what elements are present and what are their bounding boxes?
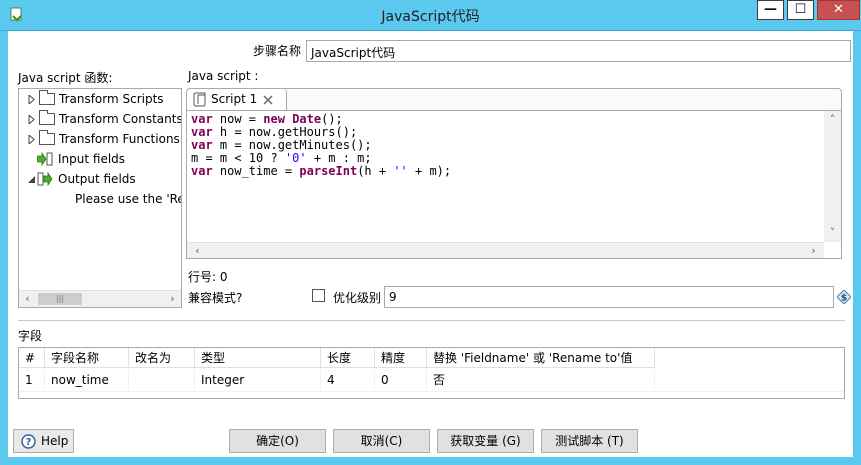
- tree-item-transform-constants[interactable]: Transform Constants: [19, 109, 182, 129]
- code-keyword: parseInt: [299, 164, 358, 178]
- table-row[interactable]: 1 now_time Integer 4 0 否: [19, 370, 844, 392]
- section-separator: [18, 320, 845, 321]
- code-keyword: var: [191, 138, 213, 152]
- maximize-icon: ☐: [794, 2, 807, 17]
- column-header-type[interactable]: 类型: [195, 348, 321, 368]
- cell-replace[interactable]: 否: [427, 370, 655, 390]
- tree-item-transform-scripts[interactable]: Transform Scripts: [19, 89, 181, 109]
- output-fields-icon: [37, 172, 53, 186]
- window-title: JavaScript代码: [381, 9, 480, 25]
- title-bar: JavaScript代码 — ☐ ✕: [0, 0, 861, 31]
- close-tab-icon[interactable]: [263, 95, 273, 105]
- scroll-down-icon[interactable]: ˅: [824, 225, 841, 241]
- code-keyword: var: [191, 164, 213, 178]
- tree-item-label: Output fields: [58, 172, 136, 186]
- script-editor[interactable]: var now = new Date(); var h = now.getHour…: [186, 110, 842, 259]
- script-tab-bar: Script 1: [186, 88, 842, 111]
- tree-item-label: Transform Scripts: [59, 92, 164, 106]
- scroll-left-icon[interactable]: ‹: [19, 291, 36, 307]
- minimize-icon: —: [764, 2, 777, 17]
- help-icon: ?: [21, 434, 36, 449]
- tree-item-label: Transform Functions: [59, 132, 180, 146]
- code-keyword: var: [191, 112, 213, 126]
- variable-icon[interactable]: $: [837, 290, 851, 304]
- scroll-right-icon[interactable]: ›: [805, 243, 822, 258]
- script-label: Java script :: [188, 69, 259, 83]
- cell-length[interactable]: 4: [321, 370, 375, 390]
- script-icon: [193, 92, 206, 107]
- tree-item-label: Transform Constants: [59, 112, 182, 126]
- fields-table[interactable]: # 字段名称 改名为 类型 长度 精度 替换 'Fieldname' 或 'Re…: [18, 347, 845, 399]
- cell-precision[interactable]: 0: [375, 370, 427, 390]
- input-fields-icon: [37, 152, 53, 166]
- column-header-rename[interactable]: 改名为: [129, 348, 195, 368]
- editor-vertical-scrollbar[interactable]: ˄ ˅: [824, 111, 841, 242]
- test-script-button[interactable]: 测试脚本 (T): [541, 429, 638, 453]
- code-area[interactable]: var now = new Date(); var h = now.getHour…: [191, 113, 451, 178]
- tree-item-input-fields[interactable]: Input fields: [19, 149, 181, 169]
- tree-item-output-hint[interactable]: Please use the 'Rep: [19, 189, 182, 209]
- scroll-up-icon[interactable]: ˄: [824, 112, 841, 128]
- window-frame-left: [0, 31, 8, 465]
- code-keyword: Date: [292, 112, 322, 126]
- tree-item-transform-functions[interactable]: Transform Functions: [19, 129, 181, 149]
- step-name-label: 步骤名称: [253, 44, 302, 58]
- expand-icon[interactable]: [27, 135, 36, 144]
- tab-label: Script 1: [211, 92, 258, 106]
- folder-icon: [39, 90, 55, 105]
- scroll-thumb[interactable]: |||: [38, 293, 82, 305]
- collapse-icon[interactable]: [27, 175, 36, 184]
- svg-text:?: ?: [26, 437, 32, 448]
- close-icon: ✕: [833, 2, 844, 17]
- optimization-input[interactable]: 9: [384, 286, 834, 308]
- line-number-label: 行号: 0: [188, 270, 228, 284]
- scroll-right-icon[interactable]: ›: [164, 291, 181, 307]
- step-name-input[interactable]: JavaScript代码: [306, 40, 851, 62]
- cell-type[interactable]: Integer: [195, 370, 321, 390]
- code-keyword: var: [191, 125, 213, 139]
- window-frame-right: [853, 31, 861, 465]
- minimize-button[interactable]: —: [757, 0, 784, 20]
- ok-button[interactable]: 确定(O): [229, 429, 326, 453]
- expand-icon[interactable]: [27, 95, 36, 104]
- optimization-label: 优化级别: [333, 291, 382, 305]
- editor-horizontal-scrollbar[interactable]: ‹ ›: [187, 242, 824, 258]
- help-label: Help: [41, 434, 69, 448]
- cell-rename[interactable]: [129, 370, 195, 390]
- column-header-replace[interactable]: 替换 'Fieldname' 或 'Rename to'值: [427, 348, 655, 368]
- help-button[interactable]: ? Help: [13, 429, 74, 453]
- fields-label: 字段: [18, 329, 43, 343]
- functions-tree[interactable]: Transform Scripts Transform Constants Tr…: [18, 88, 182, 308]
- window-frame-bottom: [0, 457, 861, 465]
- tree-item-output-fields[interactable]: Output fields: [19, 169, 181, 189]
- code-line-5: var now_time = parseInt(h + '' + m);: [191, 164, 452, 178]
- svg-text:$: $: [841, 294, 847, 304]
- column-header-length[interactable]: 长度: [321, 348, 375, 368]
- tab-script-1[interactable]: Script 1: [187, 89, 287, 111]
- cell-index[interactable]: 1: [19, 370, 45, 390]
- compat-mode-label: 兼容模式?: [188, 291, 243, 305]
- functions-label: Java script 函数:: [18, 71, 113, 85]
- expand-icon[interactable]: [27, 115, 36, 124]
- tree-horizontal-scrollbar[interactable]: ‹ ||| ›: [19, 290, 181, 307]
- close-button[interactable]: ✕: [817, 0, 860, 20]
- column-header-index[interactable]: #: [19, 348, 45, 368]
- cancel-button[interactable]: 取消(C): [333, 429, 430, 453]
- get-variables-button[interactable]: 获取变量 (G): [437, 429, 534, 453]
- compat-mode-checkbox[interactable]: [312, 289, 325, 302]
- maximize-button[interactable]: ☐: [787, 0, 814, 20]
- code-string: '0': [284, 151, 307, 165]
- tree-item-label: Please use the 'Rep: [75, 192, 182, 206]
- scroll-left-icon[interactable]: ‹: [189, 243, 206, 258]
- code-keyword: new: [263, 112, 285, 126]
- code-string: '': [393, 164, 408, 178]
- cell-field-name[interactable]: now_time: [45, 370, 129, 390]
- folder-icon: [39, 110, 55, 125]
- column-header-field-name[interactable]: 字段名称: [45, 348, 129, 368]
- tree-item-label: Input fields: [58, 152, 126, 166]
- folder-icon: [39, 130, 55, 145]
- column-header-precision[interactable]: 精度: [375, 348, 427, 368]
